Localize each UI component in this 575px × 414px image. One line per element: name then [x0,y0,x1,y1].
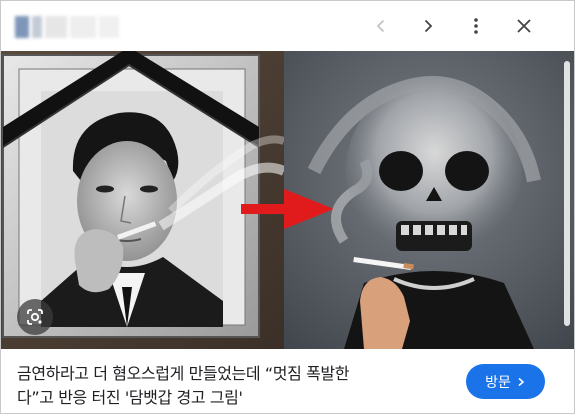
source-site-blurred[interactable] [15,14,127,40]
viewer-toolbar [1,1,574,51]
visit-button-label: 방문 [485,374,511,391]
image-viewer-panel: 금연하라고 더 혐오스럽게 만들었는데 “멋짐 폭발한 다”고 반응 터진 '담… [0,0,575,414]
memorial-portrait-image [1,51,284,349]
image-title-line2: 다”고 반응 터진 '담뱃갑 경고 그림' [17,388,243,407]
image-title[interactable]: 금연하라고 더 혐오스럽게 만들었는데 “멋짐 폭발한 다”고 반응 터진 '담… [17,362,437,410]
visit-button[interactable]: 방문 [466,364,545,399]
chevron-right-icon [518,377,525,386]
more-options-button[interactable] [461,11,491,41]
google-lens-icon [27,309,43,325]
next-button[interactable] [413,11,443,41]
smoke-skull-image [284,51,574,349]
previous-button[interactable] [366,11,396,41]
close-icon [517,19,531,33]
result-image[interactable] [1,51,574,349]
image-title-line1: 금연하라고 더 혐오스럽게 만들었는데 “멋짐 폭발한 [17,364,350,383]
close-button[interactable] [509,11,539,41]
chevron-right-icon [424,19,433,33]
scrollbar[interactable] [564,61,570,326]
more-vert-icon [474,18,478,34]
chevron-left-icon [376,19,385,33]
google-lens-button[interactable] [17,299,53,335]
